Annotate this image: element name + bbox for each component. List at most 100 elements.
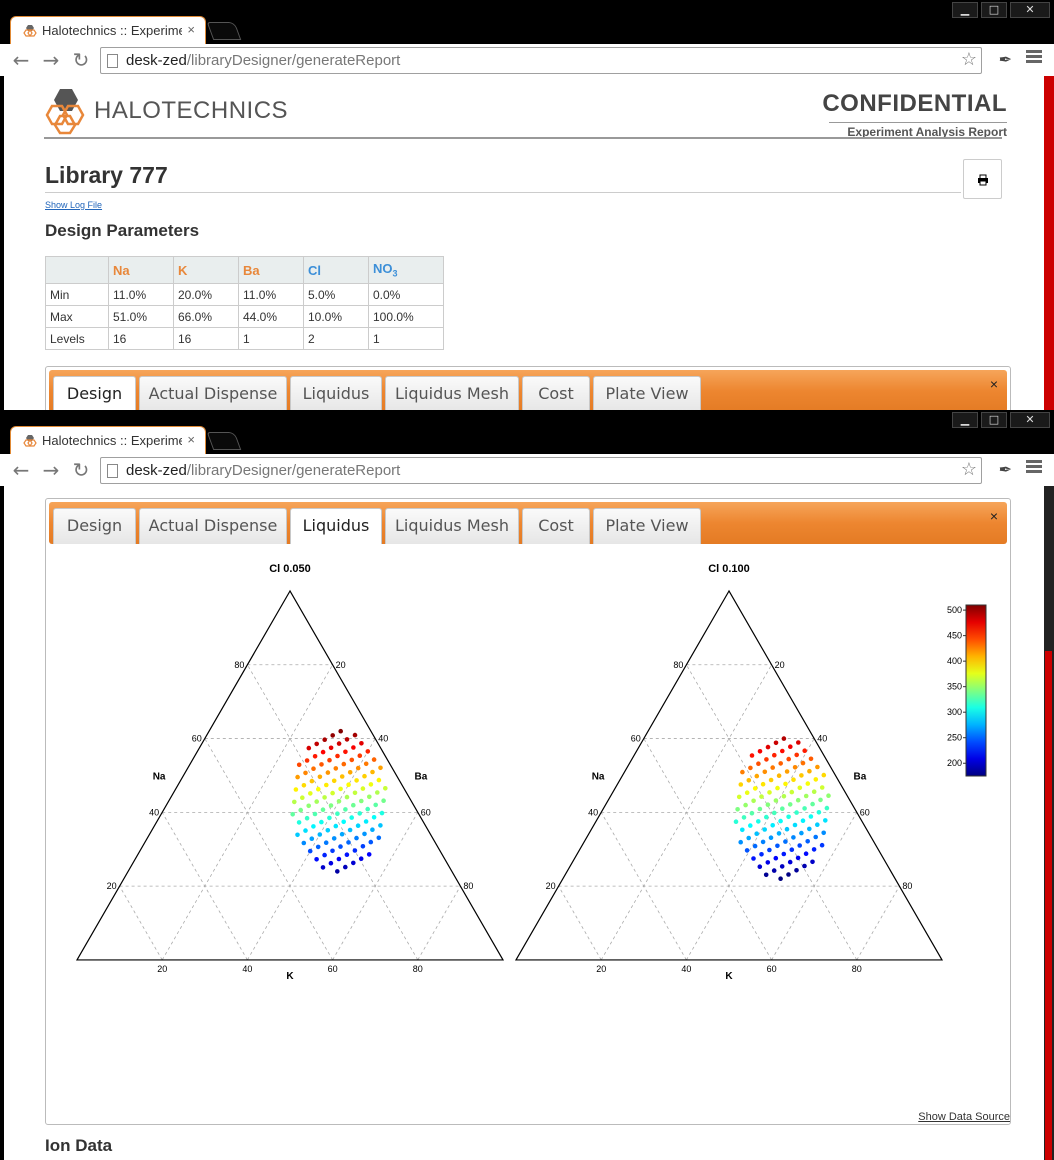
data-point xyxy=(786,872,791,877)
tab-plate-view[interactable]: Plate View xyxy=(593,376,701,410)
data-point xyxy=(376,835,382,841)
tick-label-left: 80 xyxy=(234,660,244,670)
tick-label-left: 60 xyxy=(631,734,641,744)
reload-icon[interactable]: ↻ xyxy=(66,48,96,72)
data-point xyxy=(795,855,801,861)
browser-tab[interactable]: Halotechnics :: Experiment × xyxy=(10,426,206,454)
tab-actual-dispense[interactable]: Actual Dispense xyxy=(139,508,287,544)
scrollbar[interactable] xyxy=(1044,486,1054,1160)
data-point xyxy=(733,819,739,824)
address-bar[interactable]: desk-zed/libraryDesigner/generateReport … xyxy=(100,457,982,484)
ternary-gridline xyxy=(643,738,772,961)
show-log-file-link[interactable]: Show Log File xyxy=(45,200,102,210)
bookmark-star-icon[interactable]: ☆ xyxy=(961,49,977,70)
tab-close-icon[interactable]: × xyxy=(187,22,195,37)
data-point xyxy=(365,749,371,754)
scrollbar-thumb[interactable] xyxy=(1045,651,1052,1160)
data-point xyxy=(320,865,326,870)
extension-icon[interactable]: ✒ xyxy=(999,50,1012,70)
new-tab-button[interactable] xyxy=(206,22,242,40)
close-tabs-icon[interactable]: × xyxy=(990,376,998,392)
bookmark-star-icon[interactable]: ☆ xyxy=(961,459,977,480)
data-point xyxy=(775,785,780,791)
data-point xyxy=(740,769,745,775)
close-window-button[interactable]: ✕ xyxy=(1010,412,1050,428)
data-point xyxy=(802,806,807,811)
data-point xyxy=(789,789,795,795)
page-viewport: HALOTECHNICS CONFIDENTIAL Experiment Ana… xyxy=(4,76,1044,410)
back-arrow-icon[interactable]: ← xyxy=(6,458,36,482)
data-point xyxy=(781,736,787,741)
reload-icon[interactable]: ↻ xyxy=(66,458,96,482)
data-point xyxy=(749,810,755,816)
column-header-na: Na xyxy=(108,256,174,284)
liquidus-ternary-chart: 20 20 20 40 40 40 60 60 60 80 80 80 Na Ba K Cl 0.050 20 2… xyxy=(75,563,987,982)
row-label: Min xyxy=(45,283,109,306)
tab-design[interactable]: Design xyxy=(53,508,136,544)
maximize-button[interactable]: □ xyxy=(981,412,1007,428)
browser-tab[interactable]: Halotechnics :: Experiment × xyxy=(10,16,206,44)
ternary-gridline xyxy=(856,885,900,961)
tab-liquidus-mesh[interactable]: Liquidus Mesh xyxy=(385,376,519,410)
page-icon xyxy=(107,463,118,478)
data-point xyxy=(819,785,825,790)
menu-icon[interactable] xyxy=(1026,460,1042,475)
close-tabs-icon[interactable]: × xyxy=(990,508,998,524)
extension-icon[interactable]: ✒ xyxy=(999,460,1012,480)
data-point xyxy=(784,769,790,774)
data-point xyxy=(301,840,307,846)
tab-design[interactable]: Design xyxy=(53,376,136,410)
data-point xyxy=(762,827,767,832)
tab-liquidus[interactable]: Liquidus xyxy=(290,508,382,544)
data-point xyxy=(344,852,350,857)
data-point xyxy=(765,802,771,807)
data-point xyxy=(338,844,343,849)
tab-cost[interactable]: Cost xyxy=(522,508,590,544)
browser-window-1: ▁ □ ✕ Halotechnics :: Experiment × ← → ↻… xyxy=(0,0,1054,410)
tab-cost[interactable]: Cost xyxy=(522,376,590,410)
tick-label-bottom: 20 xyxy=(596,964,606,974)
tab-title: Halotechnics :: Experiment xyxy=(42,23,182,38)
data-point xyxy=(296,762,302,768)
data-point xyxy=(778,761,783,766)
data-point xyxy=(360,844,366,849)
table-corner xyxy=(45,256,109,284)
data-point xyxy=(757,806,763,812)
maximize-button[interactable]: □ xyxy=(981,2,1007,18)
data-point xyxy=(756,819,761,824)
print-button[interactable] xyxy=(963,159,1002,199)
data-point xyxy=(772,752,777,758)
data-point xyxy=(751,856,756,861)
back-arrow-icon[interactable]: ← xyxy=(6,48,36,72)
tab-liquidus[interactable]: Liquidus xyxy=(290,376,382,410)
forward-arrow-icon[interactable]: → xyxy=(36,48,66,72)
menu-icon[interactable] xyxy=(1026,50,1042,65)
address-bar[interactable]: desk-zed/libraryDesigner/generateReport … xyxy=(100,47,982,74)
data-point xyxy=(767,847,772,853)
tab-close-icon[interactable]: × xyxy=(187,432,195,447)
data-point xyxy=(760,839,766,845)
tick-label-bottom: 80 xyxy=(413,964,423,974)
titlebar: ▁ □ ✕ Halotechnics :: Experiment × xyxy=(0,410,1054,454)
close-window-button[interactable]: ✕ xyxy=(1010,2,1050,18)
new-tab-button[interactable] xyxy=(206,432,242,450)
data-point xyxy=(330,790,335,796)
minimize-button[interactable]: ▁ xyxy=(952,412,978,428)
data-point xyxy=(800,818,806,823)
data-point xyxy=(802,863,807,869)
data-point xyxy=(773,855,779,861)
data-point xyxy=(352,790,358,796)
data-point xyxy=(810,801,815,807)
data-point xyxy=(784,826,790,832)
tab-liquidus-mesh[interactable]: Liquidus Mesh xyxy=(385,508,519,544)
minimize-button[interactable]: ▁ xyxy=(952,2,978,18)
data-point xyxy=(796,740,801,745)
tab-actual-dispense[interactable]: Actual Dispense xyxy=(139,376,287,410)
scrollbar[interactable] xyxy=(1044,76,1054,410)
tick-label-right: 40 xyxy=(378,734,388,744)
tab-plate-view[interactable]: Plate View xyxy=(593,508,701,544)
show-data-source-link[interactable]: Show Data Source xyxy=(918,1111,1010,1123)
forward-arrow-icon[interactable]: → xyxy=(36,458,66,482)
data-point xyxy=(816,810,822,815)
data-point xyxy=(346,840,351,845)
